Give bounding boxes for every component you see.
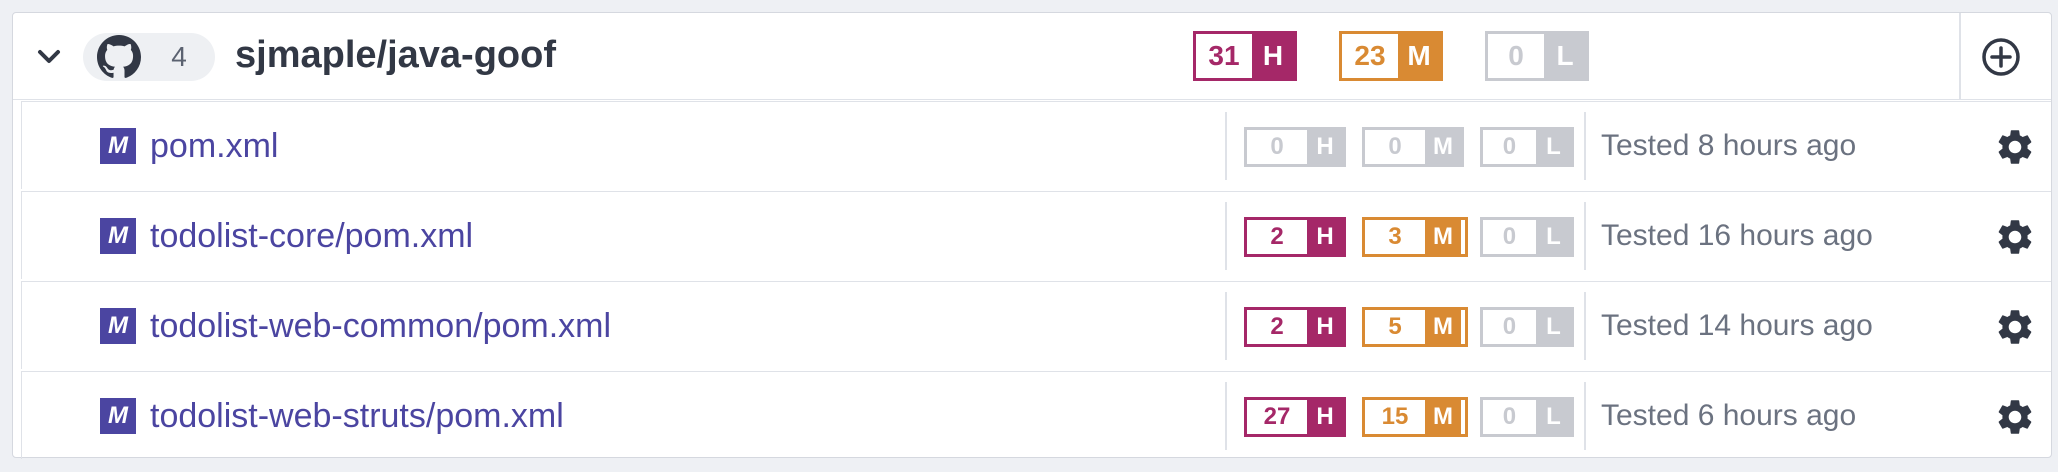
row-divider (1225, 112, 1227, 180)
medium-count: 3 (1365, 220, 1425, 254)
file-link[interactable]: todolist-web-struts/pom.xml (150, 390, 564, 442)
low-count: 0 (1488, 34, 1544, 78)
file-link[interactable]: pom.xml (150, 120, 278, 172)
medium-count: 23 (1342, 34, 1398, 78)
high-severity-badge: 0 H (1244, 127, 1346, 167)
gear-icon[interactable] (1994, 306, 2036, 348)
project-title[interactable]: sjmaple/java-goof (235, 29, 556, 81)
high-count: 0 (1247, 130, 1307, 164)
low-label: L (1544, 34, 1586, 78)
project-panel: 4 sjmaple/java-goof 31 H 23 M 0 L M pom.… (12, 12, 2052, 459)
low-count: 0 (1483, 130, 1536, 164)
medium-label: M (1398, 34, 1440, 78)
medium-severity-badge: 3 M (1362, 217, 1468, 257)
add-circle-icon[interactable] (1979, 35, 2023, 79)
low-label: L (1535, 310, 1571, 344)
file-row: M todolist-core/pom.xml 2 H 3 M 0 L Test… (21, 191, 2051, 279)
high-label: H (1307, 220, 1343, 254)
high-severity-badge: 2 H (1244, 307, 1346, 347)
medium-label: M (1425, 400, 1461, 434)
high-label: H (1307, 400, 1343, 434)
last-tested: Tested 8 hours ago (1601, 129, 1857, 162)
file-link[interactable]: todolist-core/pom.xml (150, 210, 473, 262)
row-divider (1584, 202, 1586, 270)
low-severity-badge: 0 L (1480, 127, 1574, 167)
target-count: 4 (171, 41, 187, 72)
low-severity-badge: 0 L (1480, 217, 1574, 257)
medium-severity-badge: 5 M (1362, 307, 1468, 347)
chevron-down-icon[interactable] (33, 41, 65, 73)
row-divider (1584, 112, 1586, 180)
low-severity-badge: 0 L (1480, 397, 1574, 437)
medium-count: 5 (1365, 310, 1425, 344)
high-count: 2 (1247, 220, 1307, 254)
maven-icon: M (100, 128, 136, 164)
file-row: M pom.xml 0 H 0 M 0 L Tested 8 hours ago (21, 101, 2051, 189)
row-divider (1584, 292, 1586, 360)
row-divider (1225, 202, 1227, 270)
low-label: L (1535, 400, 1571, 434)
file-row: M todolist-web-struts/pom.xml 27 H 15 M … (21, 371, 2051, 459)
medium-label: M (1425, 220, 1461, 254)
row-divider (1225, 382, 1227, 450)
low-count: 0 (1483, 310, 1536, 344)
last-tested: Tested 6 hours ago (1601, 399, 1857, 432)
gear-icon[interactable] (1994, 396, 2036, 438)
high-label: H (1307, 310, 1343, 344)
medium-count: 15 (1365, 400, 1425, 434)
high-count: 2 (1247, 310, 1307, 344)
low-count: 0 (1483, 220, 1536, 254)
row-divider (1584, 382, 1586, 450)
high-count: 31 (1196, 34, 1252, 78)
low-severity-badge: 0 L (1485, 31, 1589, 81)
high-label: H (1307, 130, 1343, 164)
high-label: H (1252, 34, 1294, 78)
medium-count: 0 (1365, 130, 1425, 164)
high-severity-badge: 2 H (1244, 217, 1346, 257)
low-severity-badge: 0 L (1480, 307, 1574, 347)
high-severity-badge: 27 H (1244, 397, 1346, 437)
project-header: 4 sjmaple/java-goof 31 H 23 M 0 L (13, 13, 2051, 100)
github-icon (97, 35, 141, 78)
last-tested: Tested 16 hours ago (1601, 219, 1873, 252)
header-divider (1959, 13, 1961, 99)
high-count: 27 (1247, 400, 1307, 434)
file-row: M todolist-web-common/pom.xml 2 H 5 M 0 … (21, 281, 2051, 369)
row-divider (1225, 292, 1227, 360)
low-label: L (1535, 220, 1571, 254)
low-count: 0 (1483, 400, 1536, 434)
file-link[interactable]: todolist-web-common/pom.xml (150, 300, 611, 352)
maven-icon: M (100, 308, 136, 344)
low-label: L (1535, 130, 1571, 164)
medium-severity-badge: 15 M (1362, 397, 1468, 437)
gear-icon[interactable] (1994, 216, 2036, 258)
maven-icon: M (100, 218, 136, 254)
medium-label: M (1425, 130, 1461, 164)
medium-label: M (1425, 310, 1461, 344)
medium-severity-badge: 23 M (1339, 31, 1443, 81)
maven-icon: M (100, 398, 136, 434)
target-count-pill: 4 (83, 33, 215, 81)
high-severity-badge: 31 H (1193, 31, 1297, 81)
gear-icon[interactable] (1994, 126, 2036, 168)
medium-severity-badge: 0 M (1362, 127, 1464, 167)
last-tested: Tested 14 hours ago (1601, 309, 1873, 342)
